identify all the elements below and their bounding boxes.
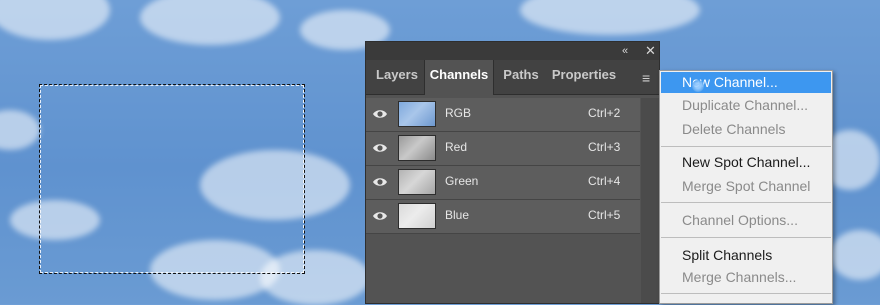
cloud: [830, 230, 880, 280]
channel-shortcut: Ctrl+4: [588, 174, 621, 188]
menu-item-new-channel[interactable]: New Channel...: [661, 72, 831, 93]
menu-item-duplicate-channel[interactable]: Duplicate Channel...: [661, 95, 831, 116]
marquee-selection[interactable]: [39, 84, 305, 274]
panel-scrollbar[interactable]: [641, 98, 659, 303]
panel-menu-icon[interactable]: ≡: [642, 70, 650, 86]
channel-thumbnail: [398, 135, 436, 161]
channel-name: Green: [445, 174, 479, 188]
menu-item-channel-options[interactable]: Channel Options...: [661, 210, 831, 231]
channel-name: Blue: [445, 208, 470, 222]
panel-title-bar[interactable]: « ✕: [366, 42, 659, 60]
cloud: [0, 110, 40, 150]
menu-separator: [661, 202, 831, 203]
channel-thumbnail: [398, 101, 436, 127]
menu-separator: [661, 146, 831, 147]
menu-item-delete-channels[interactable]: Delete Channels: [661, 119, 831, 140]
channel-shortcut: Ctrl+2: [588, 106, 621, 120]
eye-icon[interactable]: [372, 175, 388, 189]
channel-name: Red: [445, 140, 468, 154]
channel-row-rgb[interactable]: RGB Ctrl+2: [366, 98, 640, 132]
menu-separator: [661, 293, 831, 294]
channels-panel: « ✕ Layers Channels Paths Properties ≡ R…: [365, 41, 660, 304]
channel-row-blue[interactable]: Blue Ctrl+5: [366, 200, 640, 234]
cloud: [520, 0, 700, 35]
channel-list: RGB Ctrl+2 Red Ctrl+3 Green Ctrl+4 Blue …: [366, 98, 640, 234]
channel-shortcut: Ctrl+5: [588, 208, 621, 222]
tab-properties[interactable]: Properties: [548, 60, 620, 94]
menu-item-merge-spot-channel[interactable]: Merge Spot Channel: [661, 176, 831, 197]
cloud: [0, 0, 110, 40]
channel-thumbnail: [398, 203, 436, 229]
tab-layers[interactable]: Layers: [370, 60, 424, 94]
channel-row-green[interactable]: Green Ctrl+4: [366, 166, 640, 200]
eye-icon[interactable]: [372, 141, 388, 155]
collapse-icon[interactable]: «: [622, 43, 628, 59]
menu-separator: [661, 237, 831, 238]
channel-name: RGB: [445, 106, 472, 120]
panel-tabs: Layers Channels Paths Properties ≡: [366, 60, 659, 95]
menu-item-merge-channels[interactable]: Merge Channels...: [661, 267, 831, 288]
eye-icon[interactable]: [372, 209, 388, 223]
tab-paths[interactable]: Paths: [496, 60, 546, 94]
mouse-cursor: [692, 80, 704, 92]
channel-thumbnail: [398, 169, 436, 195]
close-icon[interactable]: ✕: [645, 43, 656, 59]
menu-item-new-spot-channel[interactable]: New Spot Channel...: [661, 152, 831, 173]
menu-item-split-channels[interactable]: Split Channels: [661, 245, 831, 266]
cloud: [140, 0, 280, 45]
tab-channels[interactable]: Channels: [424, 60, 494, 95]
panel-flyout-menu: New Channel... Duplicate Channel... Dele…: [659, 70, 833, 304]
channel-row-red[interactable]: Red Ctrl+3: [366, 132, 640, 166]
channel-shortcut: Ctrl+3: [588, 140, 621, 154]
eye-icon[interactable]: [372, 107, 388, 121]
